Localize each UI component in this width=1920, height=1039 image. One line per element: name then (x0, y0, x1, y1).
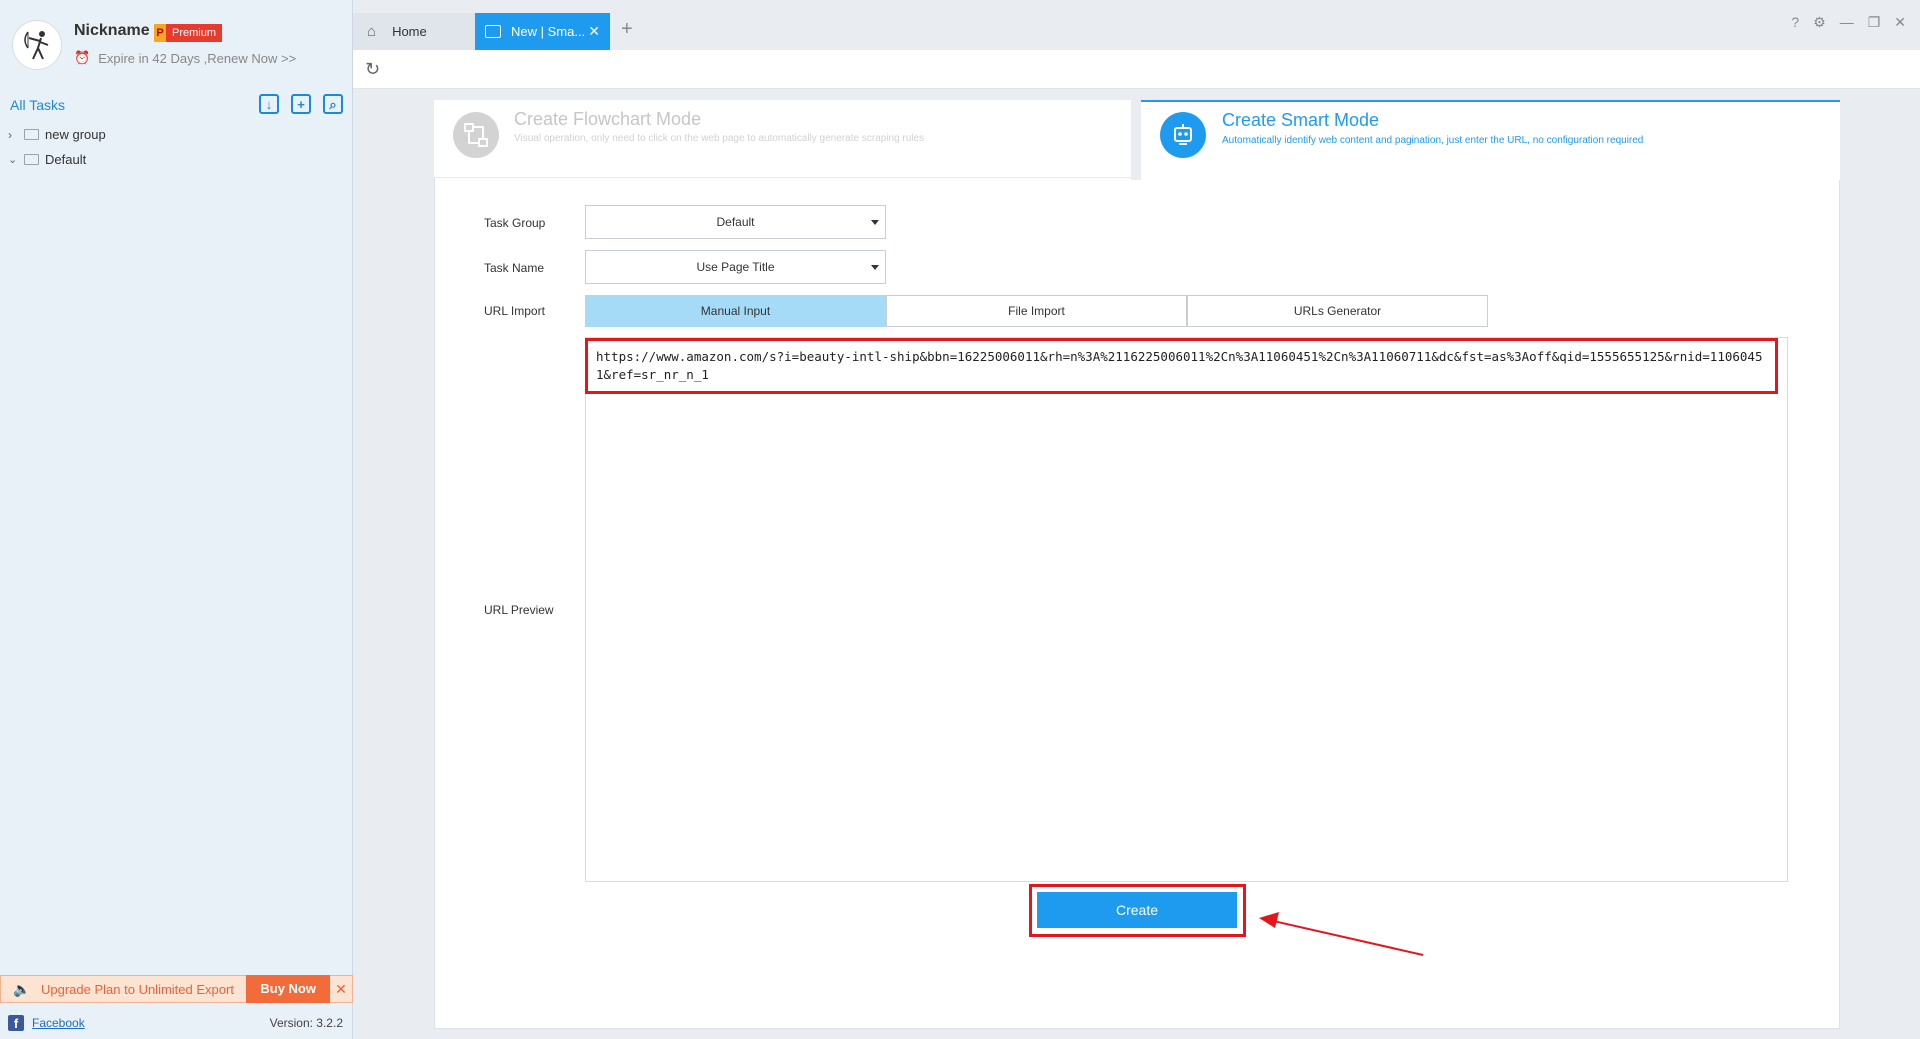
archer-icon (24, 31, 49, 60)
task-toolbar: ↓ + ⌕ (259, 94, 343, 114)
version-label: Version: 3.2.2 (269, 1015, 343, 1030)
tree-item-new-group[interactable]: › new group (0, 122, 353, 147)
chevron-down-icon[interactable]: ⌄ (8, 153, 18, 166)
url-text[interactable]: https://www.amazon.com/s?i=beauty-intl-s… (596, 348, 1766, 384)
minimize-icon[interactable]: — (1840, 14, 1854, 31)
facebook-icon: f (8, 1014, 24, 1031)
annotation-arrow-icon (1259, 912, 1424, 956)
upgrade-text: Upgrade Plan to Unlimited Export (41, 981, 234, 997)
tab-bar: ⌂ Home New | Sma... ✕ + ? ⚙ — ❐ ✕ (353, 0, 1920, 50)
robot-glyph (1174, 124, 1192, 145)
robot-icon (1160, 112, 1206, 158)
sidebar-footer: f Facebook Version: 3.2.2 (0, 1010, 353, 1035)
gear-icon[interactable]: ⚙ (1813, 14, 1826, 31)
task-group-value: Default (716, 215, 755, 229)
tab-active-label: New | Sma... (511, 24, 586, 39)
all-tasks-link[interactable]: All Tasks (10, 97, 65, 113)
url-preview-label: URL Preview (484, 603, 554, 617)
add-tab-icon[interactable]: + (621, 18, 633, 41)
nickname: Nickname (74, 22, 150, 39)
flowchart-icon (453, 112, 499, 158)
url-import-label: URL Import (484, 304, 545, 318)
search-task-icon[interactable]: ⌕ (323, 94, 343, 114)
facebook-link[interactable]: Facebook (32, 1016, 85, 1030)
tree-item-default[interactable]: ⌄ Default (0, 147, 353, 172)
folder-icon (24, 154, 39, 165)
task-group-select[interactable]: Default (585, 205, 886, 239)
smart-mode-title: Create Smart Mode (1222, 110, 1380, 130)
tab-close-icon[interactable]: ✕ (588, 23, 600, 40)
task-name-value: Use Page Title (696, 260, 775, 274)
buy-now-button[interactable]: Buy Now (246, 975, 330, 1003)
sidebar: Nickname P Premium ⏰ Expire in 42 Days ,… (0, 0, 353, 1039)
browser-window-icon (485, 25, 501, 38)
file-import-tab[interactable]: File Import (886, 295, 1187, 327)
premium-badge: P Premium (154, 24, 223, 42)
smart-mode-card[interactable]: Create Smart Mode Automatically identify… (1141, 100, 1840, 180)
task-tree: › new group ⌄ Default (0, 122, 353, 172)
close-window-icon[interactable]: ✕ (1894, 14, 1906, 31)
urls-generator-tab[interactable]: URLs Generator (1187, 295, 1488, 327)
expire-info[interactable]: ⏰ Expire in 42 Days ,Renew Now >> (74, 50, 296, 66)
home-icon: ⌂ (367, 23, 377, 40)
chevron-right-icon[interactable]: › (8, 128, 18, 142)
refresh-icon[interactable]: ↻ (365, 59, 380, 80)
flowchart-mode-card[interactable]: Create Flowchart Mode Visual operation, … (434, 100, 1131, 178)
smart-mode-desc: Automatically identify web content and p… (1222, 135, 1644, 146)
profile: Nickname P Premium ⏰ Expire in 42 Days ,… (0, 0, 353, 92)
speaker-icon: 🔈 (13, 981, 31, 997)
flowchart-mode-title: Create Flowchart Mode (514, 109, 702, 129)
add-task-icon[interactable]: + (291, 94, 311, 114)
create-button[interactable]: Create (1037, 892, 1237, 928)
restore-icon[interactable]: ❐ (1868, 14, 1881, 31)
help-icon[interactable]: ? (1791, 14, 1799, 31)
mode-divider (1131, 100, 1141, 180)
expire-text: Expire in 42 Days ,Renew Now >> (98, 50, 297, 66)
tree-item-label: new group (45, 127, 106, 142)
task-name-select[interactable]: Use Page Title (585, 250, 886, 284)
close-icon[interactable]: ✕ (330, 981, 352, 998)
task-header: All Tasks ↓ + ⌕ (0, 93, 353, 117)
import-task-icon[interactable]: ↓ (259, 94, 279, 114)
url-input-area[interactable] (585, 337, 1788, 882)
task-name-label: Task Name (484, 261, 545, 275)
tab-home[interactable]: ⌂ Home (353, 13, 475, 50)
badge-letter: P (154, 24, 166, 42)
caret-down-icon (871, 220, 879, 225)
window-controls: ? ⚙ — ❐ ✕ (1791, 14, 1906, 31)
tree-item-label: Default (45, 152, 87, 167)
alarm-clock-icon: ⏰ (74, 50, 91, 65)
badge-label: Premium (166, 24, 223, 42)
caret-down-icon (871, 265, 879, 270)
tab-home-label: Home (392, 24, 427, 39)
toolbar: ↻ (353, 50, 1920, 89)
folder-icon (24, 129, 39, 140)
task-group-label: Task Group (484, 216, 546, 230)
flowchart-mode-desc: Visual operation, only need to click on … (514, 133, 925, 144)
tab-new-smart[interactable]: New | Sma... ✕ (475, 13, 610, 50)
upgrade-banner: 🔈 Upgrade Plan to Unlimited Export Buy N… (0, 975, 353, 1003)
avatar[interactable] (12, 20, 62, 70)
manual-input-tab[interactable]: Manual Input (585, 295, 886, 327)
flowchart-glyph (464, 123, 488, 147)
